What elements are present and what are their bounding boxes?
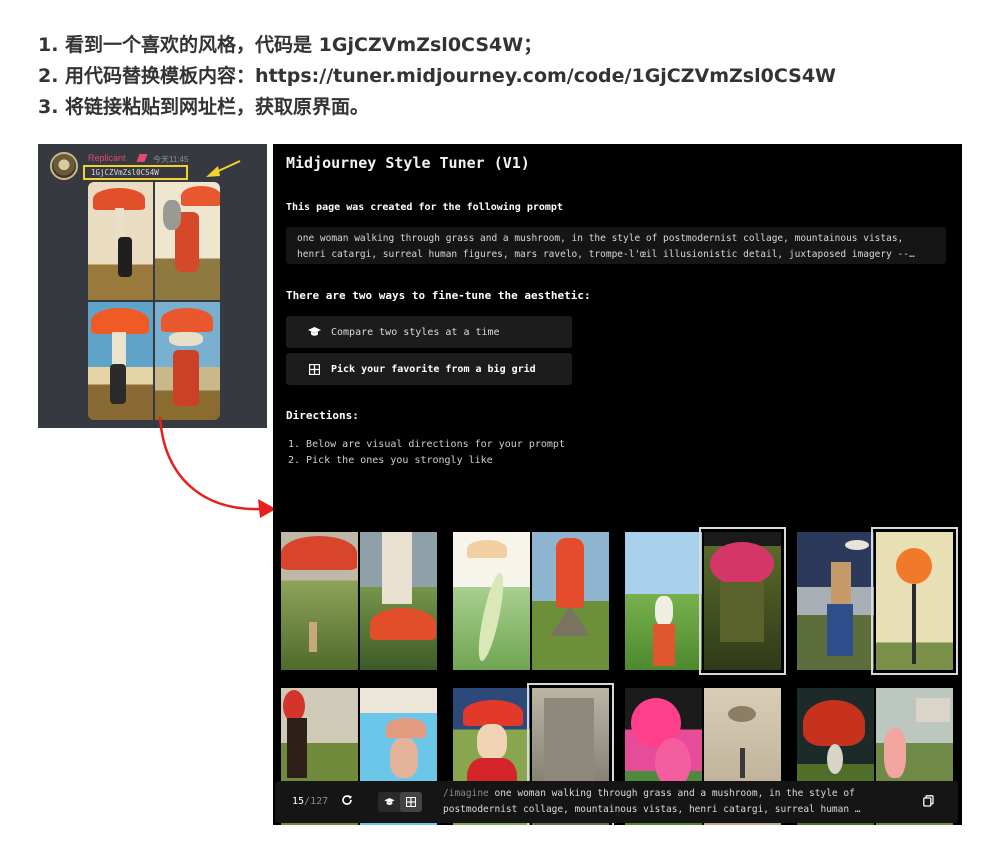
compare-mode-icon[interactable]: [378, 792, 400, 812]
style-option-image-selected[interactable]: [871, 527, 958, 675]
graduation-cap-icon: [307, 327, 321, 337]
style-option-image[interactable]: [625, 532, 702, 670]
refresh-icon[interactable]: [341, 794, 353, 809]
big-grid-button[interactable]: Pick your favorite from a big grid: [286, 353, 572, 385]
direction-item: 2. Pick the ones you strongly like: [288, 455, 493, 466]
grid-image[interactable]: [155, 182, 220, 300]
direction-item: 1. Below are visual directions for your …: [288, 439, 565, 450]
imagine-keyword: /imagine: [443, 788, 489, 799]
compare-two-styles-label: Compare two styles at a time: [331, 326, 500, 338]
directions-list: 1. Below are visual directions for your …: [288, 437, 565, 469]
instruction-step-2: 2. 用代码替换模板内容：https://tuner.midjourney.co…: [38, 65, 837, 87]
prompt-heading: This page was created for the following …: [286, 202, 563, 213]
avatar[interactable]: [50, 152, 78, 180]
style-pair[interactable]: [625, 527, 786, 675]
grid-mode-icon[interactable]: [400, 792, 422, 812]
red-arrow-icon: [158, 416, 276, 518]
grid-icon: [307, 363, 321, 375]
bot-username[interactable]: Replicant: [88, 153, 126, 163]
bottom-bar: 15/127 /imagine one woman walking throug…: [275, 781, 958, 823]
style-code: 1GjCZVmZsl0CS4W: [83, 165, 188, 180]
yellow-arrow-icon: [206, 160, 241, 177]
image-grid[interactable]: [88, 182, 220, 420]
imagine-line-2: postmodernist collage, mountainous vista…: [443, 804, 861, 815]
copy-icon[interactable]: [923, 795, 934, 810]
instruction-step-3: 3. 将链接粘贴到网址栏，获取原界面。: [38, 96, 370, 118]
style-pair[interactable]: [453, 532, 609, 670]
prompt-line-2: henri catargi, surreal human figures, ma…: [297, 249, 915, 260]
instruction-step-1: 1. 看到一个喜欢的风格，代码是 1GjCZVmZsl0CS4W；: [38, 34, 543, 56]
bot-tag-icon: [136, 154, 148, 162]
prompt-line-1: one woman walking through grass and a mu…: [297, 233, 904, 244]
style-pair[interactable]: [797, 527, 958, 675]
style-option-image[interactable]: [360, 532, 437, 670]
style-option-image[interactable]: [797, 532, 874, 670]
directions-heading: Directions:: [286, 409, 359, 422]
ways-heading: There are two ways to fine-tune the aest…: [286, 289, 591, 302]
progress-count: 15/127: [292, 796, 329, 807]
view-mode-toggle[interactable]: [378, 792, 422, 812]
message-time: 今天11:45: [153, 155, 189, 164]
imagine-line-1: one woman walking through grass and a mu…: [488, 788, 855, 799]
compare-two-styles-button[interactable]: Compare two styles at a time: [286, 316, 572, 348]
style-option-image[interactable]: [281, 532, 358, 670]
prompt-box: one woman walking through grass and a mu…: [286, 227, 946, 264]
grid-image[interactable]: [88, 302, 153, 420]
style-tuner-page: Midjourney Style Tuner (V1) This page wa…: [273, 144, 962, 825]
page-title: Midjourney Style Tuner (V1): [286, 154, 530, 172]
style-option-image-selected[interactable]: [699, 527, 786, 675]
imagine-command[interactable]: /imagine one woman walking through grass…: [443, 786, 903, 818]
discord-message: Replicant 今天11:45 1GjCZVmZsl0CS4W: [38, 144, 267, 428]
style-option-image[interactable]: [453, 532, 530, 670]
style-option-image[interactable]: [532, 532, 609, 670]
big-grid-label: Pick your favorite from a big grid: [331, 363, 536, 375]
instructions: 1. 看到一个喜欢的风格，代码是 1GjCZVmZsl0CS4W； 2. 用代码…: [38, 30, 836, 123]
grid-image[interactable]: [155, 302, 220, 420]
grid-image[interactable]: [88, 182, 153, 300]
style-pair[interactable]: [281, 532, 437, 670]
